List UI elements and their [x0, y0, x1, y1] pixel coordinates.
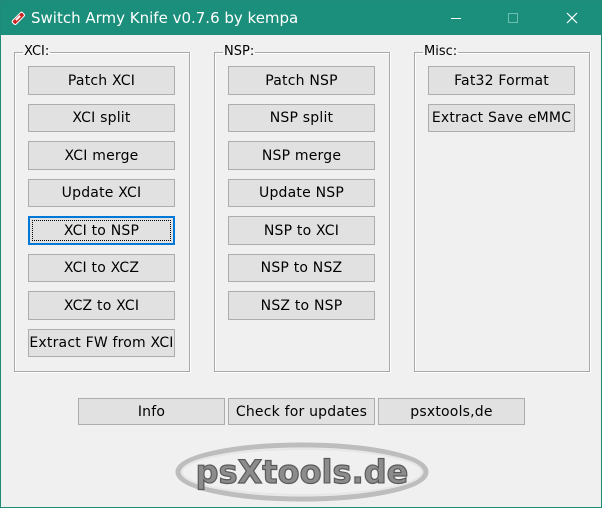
xci-merge-button[interactable]: XCI merge: [28, 141, 175, 170]
minimize-button[interactable]: [433, 1, 479, 35]
nsp-group-legend: NSP:: [224, 44, 255, 59]
app-knife-icon: [11, 11, 25, 25]
xci-split-button[interactable]: XCI split: [28, 104, 175, 132]
psxtools-logo: psXtools.de: [175, 442, 429, 502]
nsp-to-xci-button[interactable]: NSP to XCI: [228, 216, 375, 245]
xci-to-nsp-button[interactable]: XCI to NSP: [28, 216, 175, 245]
logo-text: psXtools.de: [196, 453, 409, 491]
update-nsp-button[interactable]: Update NSP: [228, 179, 375, 207]
nsp-merge-button[interactable]: NSP merge: [228, 141, 375, 170]
focus-ring: [32, 220, 171, 241]
patch-nsp-button[interactable]: Patch NSP: [228, 66, 375, 95]
nsz-to-nsp-button[interactable]: NSZ to NSP: [228, 291, 375, 320]
close-icon: [566, 12, 578, 24]
app-window: Switch Army Knife v0.7.6 by kempa XCI: P…: [0, 0, 602, 508]
nsp-to-nsz-button[interactable]: NSP to NSZ: [228, 254, 375, 282]
fat32-format-button[interactable]: Fat32 Format: [428, 66, 575, 95]
xci-group-legend: XCI:: [24, 44, 50, 59]
patch-xci-button[interactable]: Patch XCI: [28, 66, 175, 95]
update-xci-button[interactable]: Update XCI: [28, 179, 175, 207]
psxtools-button[interactable]: psxtools,de: [378, 398, 525, 425]
title-bar[interactable]: Switch Army Knife v0.7.6 by kempa: [1, 1, 601, 35]
window-title: Switch Army Knife v0.7.6 by kempa: [31, 9, 299, 27]
misc-group-legend: Misc:: [424, 44, 458, 59]
xci-to-xcz-button[interactable]: XCI to XCZ: [28, 254, 175, 282]
maximize-button[interactable]: [490, 1, 536, 35]
nsp-split-button[interactable]: NSP split: [228, 104, 375, 132]
check-for-updates-button[interactable]: Check for updates: [228, 398, 375, 425]
extract-save-emmc-button[interactable]: Extract Save eMMC: [428, 104, 575, 132]
close-button[interactable]: [549, 1, 595, 35]
extract-fw-from-xci-button[interactable]: Extract FW from XCI: [28, 329, 175, 357]
maximize-icon: [508, 13, 518, 23]
xcz-to-xci-button[interactable]: XCZ to XCI: [28, 291, 175, 320]
info-button[interactable]: Info: [78, 398, 225, 425]
minimize-icon: [451, 18, 461, 19]
